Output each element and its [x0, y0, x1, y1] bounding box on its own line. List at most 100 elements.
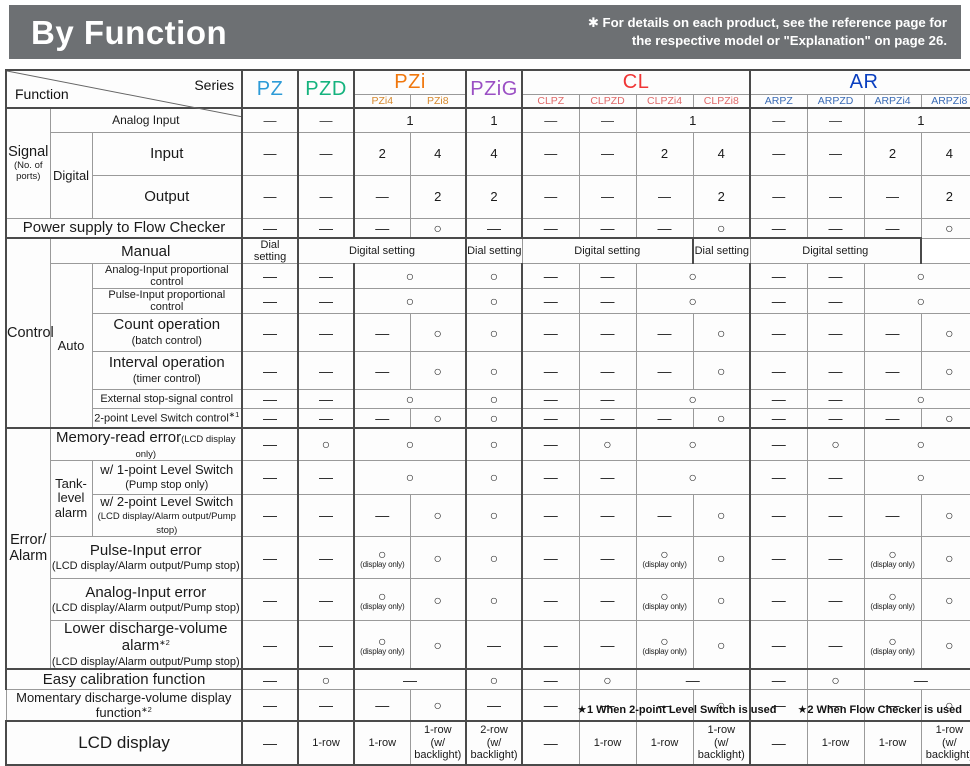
series-header-pzig: PZiG — [465, 69, 523, 109]
row-label-pulse-prop: Pulse-Input proportional control — [91, 288, 243, 314]
row-label-tank-1pt: w/ 1-point Level Switch (Pump stop only) — [91, 459, 243, 495]
cell-momentary-pzd: — — [297, 688, 355, 722]
cell-digital-output-clpz: — — [521, 174, 580, 219]
cell-two-point-arpzi4: — — [863, 408, 922, 428]
cell-two-point-arpzd: — — [806, 408, 865, 428]
table-row-digital-input: Digital Input — — 2 4 4 — — 2 4 — — 2 4 — [6, 131, 970, 219]
cell-lower-alarm-pzig: — — [465, 620, 523, 670]
analog-error-title: Analog-Input error — [85, 583, 207, 601]
cell-pulse-prop-clpzi: ○ — [635, 288, 751, 314]
lcd-clpzi8-note: (w/ backlight) — [697, 736, 745, 761]
lower-alarm-footnote-ref: ∗2 — [159, 638, 170, 648]
cell-digital-output-clpzd: — — [578, 174, 637, 219]
footnote-2: ★2 When Flow Checker is used — [797, 704, 962, 716]
cell-pulse-prop-pzi: ○ — [353, 288, 467, 314]
cell-analog-prop-clpzi: ○ — [635, 263, 751, 289]
cell-lcd-pzig: 2-row (w/ backlight) — [465, 719, 523, 766]
row-label-power-supply: Power supply to Flow Checker — [4, 217, 243, 239]
cell-analog-input-arpzd: — — [806, 107, 865, 133]
cell-lower-alarm-arpzd: — — [806, 620, 865, 670]
cell-lcd-arpz: — — [749, 719, 808, 766]
cell-pulse-err-pzi4: ○ (display only) — [353, 536, 411, 580]
analog-err-clpzi4-note: (display only) — [642, 602, 687, 612]
cell-count-op-clpzd: — — [578, 313, 637, 352]
cell-analog-prop-pzig: ○ — [465, 263, 523, 289]
table-row-tank-2pt: w/ 2-point Level Switch (LCD display/Ala… — [6, 493, 970, 538]
series-header-ar: AR — [749, 69, 970, 95]
row-label-digital-output: Output — [91, 174, 243, 219]
cell-interval-op-arpz: — — [749, 351, 808, 390]
cell-pulse-err-arpzd: — — [806, 536, 865, 580]
cell-digital-input-clpz: — — [521, 131, 580, 176]
cell-momentary-pzi4: — — [353, 688, 411, 722]
row-label-pulse-error: Pulse-Input error (LCD display/Alarm out… — [49, 536, 243, 580]
cell-digital-output-arpzi4: — — [863, 174, 922, 219]
interval-operation-title: Interval operation — [108, 354, 225, 372]
cell-pulse-err-clpzd: — — [578, 536, 637, 580]
lower-alarm-subtitle: (LCD display/Alarm output/Pump stop) — [51, 655, 240, 668]
cell-power-supply-arpzd: — — [806, 217, 865, 239]
cell-digital-output-arpz: — — [749, 174, 808, 219]
lcd-clpzd-value: 1-row — [593, 736, 622, 749]
table-row-pulse-prop: Pulse-Input proportional control — — ○ ○… — [6, 288, 970, 314]
tank-1pt-title: w/ 1-point Level Switch — [100, 462, 234, 477]
lcd-clpzi8-value: 1-row — [707, 724, 736, 737]
cell-memory-read-clpzd: ○ — [578, 426, 637, 461]
cell-easy-cal-pzi: — — [353, 668, 467, 690]
cell-lower-alarm-clpz: — — [521, 620, 580, 670]
cell-tank-2pt-pzi8: ○ — [409, 493, 467, 538]
row-label-tank-2pt: w/ 2-point Level Switch (LCD display/Ala… — [91, 493, 243, 538]
cell-pulse-err-arpz: — — [749, 536, 808, 580]
cell-digital-input-clpzd: — — [578, 131, 637, 176]
row-label-lcd-display: LCD display — [4, 719, 243, 766]
by-function-spec-page: By Function ✱ For details on each produc… — [0, 0, 970, 766]
cell-power-supply-pzd: — — [297, 217, 355, 239]
two-point-level-footnote-ref: ∗1 — [228, 410, 240, 420]
lower-alarm-title: Lower discharge-volume alarm — [64, 620, 228, 655]
cell-count-op-pzig: ○ — [465, 313, 523, 352]
cell-analog-input-pz: — — [241, 107, 299, 133]
cell-lcd-arpzd: 1-row — [806, 719, 865, 766]
lcd-arpzd-value: 1-row — [821, 736, 850, 749]
cell-analog-input-clpzd: — — [578, 107, 637, 133]
cell-tank-2pt-pz: — — [241, 493, 299, 538]
cell-digital-output-pz: — — [241, 174, 299, 219]
cell-momentary-pzi8: ○ — [409, 688, 467, 722]
cell-analog-err-pzig: ○ — [465, 578, 523, 622]
cell-two-point-clpzd: — — [578, 408, 637, 428]
row-group-digital: Digital — [49, 131, 93, 219]
memory-read-title: Memory-read error — [56, 428, 182, 446]
table-row-analog-prop: Auto Analog-Input proportional control —… — [6, 263, 970, 428]
cell-pulse-err-arpzi8: ○ — [920, 536, 970, 580]
table-row-interval-operation: Interval operation (timer control) — — —… — [6, 351, 970, 390]
cell-pulse-err-pzd: — — [297, 536, 355, 580]
cell-count-op-pzd: — — [297, 313, 355, 352]
cell-digital-input-clpzi8: 4 — [692, 131, 751, 176]
model-header-pzi4: PZi4 — [353, 94, 411, 109]
cell-digital-output-pzi4: — — [353, 174, 411, 219]
cell-analog-err-clpzi8: ○ — [692, 578, 751, 622]
cell-interval-op-pzi4: — — [353, 351, 411, 390]
cell-manual-digital-pz-group: Digital setting — [297, 237, 467, 264]
corner-cell: Series Function — [4, 69, 243, 117]
series-header-cl: CL — [521, 69, 751, 95]
cell-easy-cal-pzd: ○ — [297, 668, 355, 690]
footnote-1: ★1 When 2-point Level Switch is used — [577, 704, 777, 716]
cell-two-point-pzd: — — [297, 408, 355, 428]
cell-analog-input-arpzi: 1 — [863, 107, 970, 133]
cell-tank-2pt-arpzi4: — — [863, 493, 922, 538]
cell-interval-op-pzig: ○ — [465, 351, 523, 390]
cell-easy-cal-arpzd: ○ — [806, 668, 865, 690]
lcd-arpzi8-note: (w/ backlight) — [925, 736, 970, 761]
momentary-title: Momentary discharge-volume display funct… — [16, 689, 232, 720]
cell-momentary-pzig: — — [465, 688, 523, 722]
cell-digital-output-pzd: — — [297, 174, 355, 219]
lower-alarm-clpzi4-note: (display only) — [642, 647, 687, 657]
cell-tank-2pt-arpz: — — [749, 493, 808, 538]
series-header-pzd: PZD — [297, 69, 355, 109]
row-label-easy-calibration: Easy calibration function — [4, 668, 243, 690]
cell-two-point-arpzi8: ○ — [920, 408, 970, 428]
cell-tank-2pt-clpzi4: — — [635, 493, 694, 538]
row-label-analog-error: Analog-Input error (LCD display/Alarm ou… — [49, 578, 243, 622]
row-label-manual: Manual — [49, 237, 243, 264]
